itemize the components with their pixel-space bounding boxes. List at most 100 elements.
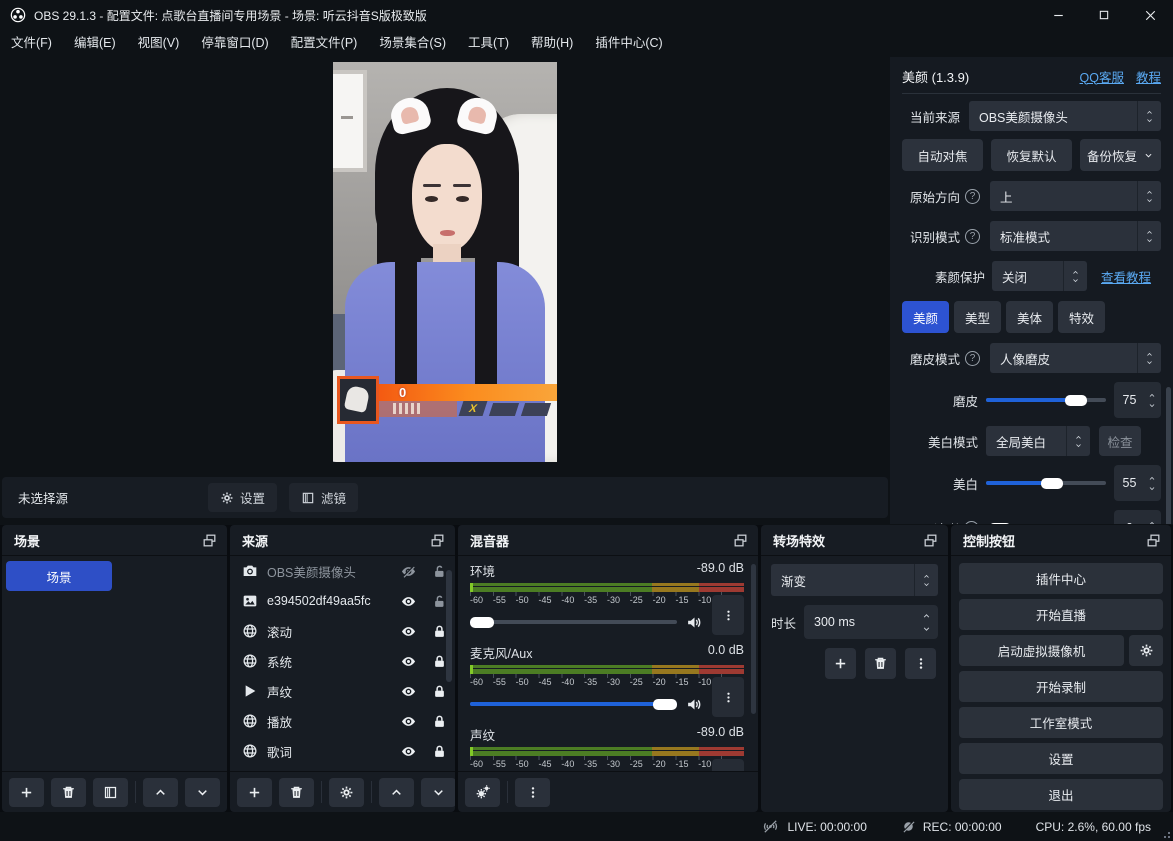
- eye-icon[interactable]: [400, 684, 417, 699]
- add-scene-button[interactable]: [9, 778, 44, 807]
- virtual-cam-settings-button[interactable]: [1129, 635, 1163, 666]
- view-tutorial-link[interactable]: 查看教程: [1101, 267, 1151, 286]
- source-row[interactable]: 声纹: [230, 676, 455, 706]
- lock-icon[interactable]: [432, 624, 447, 639]
- popout-icon[interactable]: [1145, 532, 1162, 549]
- source-row[interactable]: 播放: [230, 706, 455, 736]
- remove-scene-button[interactable]: [51, 778, 86, 807]
- current-source-select[interactable]: OBS美颜摄像头: [969, 101, 1161, 131]
- help-icon[interactable]: [964, 521, 979, 525]
- lock-icon[interactable]: [432, 654, 447, 669]
- lock-icon[interactable]: [432, 714, 447, 729]
- source-row[interactable]: 系统: [230, 646, 455, 676]
- spinner-icons[interactable]: [1145, 392, 1161, 409]
- white-value-box[interactable]: 55: [1114, 465, 1161, 501]
- move-scene-down-button[interactable]: [185, 778, 220, 807]
- beauty-tab[interactable]: 美体: [1006, 301, 1053, 333]
- source-row[interactable]: e394502df49aa5fc: [230, 586, 455, 616]
- menu-item[interactable]: 配置文件(P): [280, 30, 369, 57]
- speaker-icon[interactable]: [685, 696, 704, 713]
- source-row[interactable]: OBS美颜摄像头: [230, 556, 455, 586]
- help-icon[interactable]: [965, 189, 980, 204]
- filters-button[interactable]: 滤镜: [289, 483, 358, 512]
- control-button[interactable]: 开始录制: [959, 671, 1163, 702]
- close-button[interactable]: [1127, 0, 1173, 30]
- control-button[interactable]: 插件中心: [959, 563, 1163, 594]
- eye-icon[interactable]: [400, 744, 417, 759]
- lock-icon[interactable]: [432, 684, 447, 699]
- move-source-up-button[interactable]: [379, 778, 414, 807]
- remove-transition-button[interactable]: [865, 648, 896, 679]
- white-mode-select[interactable]: 全局美白: [986, 426, 1090, 456]
- smooth-slider[interactable]: [986, 398, 1106, 402]
- smooth-mode-select[interactable]: 人像磨皮: [990, 343, 1161, 373]
- lock-icon[interactable]: [432, 744, 447, 759]
- menu-item[interactable]: 编辑(E): [63, 30, 127, 57]
- volume-slider[interactable]: [470, 620, 677, 624]
- source-row[interactable]: 滚动: [230, 616, 455, 646]
- smooth-value-box[interactable]: 75: [1114, 382, 1161, 418]
- scrollbar[interactable]: [1166, 387, 1171, 524]
- control-button[interactable]: 退出: [959, 779, 1163, 810]
- orientation-select[interactable]: 上: [990, 181, 1161, 211]
- backup-restore-button[interactable]: 备份恢复: [1080, 139, 1161, 171]
- beauty-tab[interactable]: 美型: [954, 301, 1001, 333]
- menu-item[interactable]: 场景集合(S): [368, 30, 457, 57]
- eye-icon[interactable]: [400, 624, 417, 639]
- beauty-tab[interactable]: 特效: [1058, 301, 1105, 333]
- autofocus-button[interactable]: 自动对焦: [902, 139, 983, 171]
- add-source-button[interactable]: [237, 778, 272, 807]
- add-transition-button[interactable]: [825, 648, 856, 679]
- tutorial-link[interactable]: 教程: [1136, 67, 1161, 86]
- recognition-select[interactable]: 标准模式: [990, 221, 1161, 251]
- protect-select[interactable]: 关闭: [992, 261, 1087, 291]
- white-slider[interactable]: [986, 481, 1106, 485]
- move-source-down-button[interactable]: [421, 778, 455, 807]
- help-icon[interactable]: [965, 229, 980, 244]
- help-icon[interactable]: [965, 351, 980, 366]
- duration-spinner[interactable]: 300 ms: [804, 605, 938, 639]
- move-scene-up-button[interactable]: [143, 778, 178, 807]
- check-button[interactable]: 检查: [1099, 426, 1141, 456]
- mixer-menu-button[interactable]: [515, 778, 550, 807]
- video-preview[interactable]: 0 X: [333, 62, 557, 462]
- popout-icon[interactable]: [201, 532, 218, 549]
- menu-item[interactable]: 停靠窗口(D): [190, 30, 279, 57]
- menu-item[interactable]: 文件(F): [0, 30, 63, 57]
- minimize-button[interactable]: [1035, 0, 1081, 30]
- transition-select[interactable]: 渐变: [771, 564, 938, 596]
- unlock-icon[interactable]: [432, 564, 447, 579]
- channel-menu-button[interactable]: [712, 759, 744, 771]
- eye-off-icon[interactable]: [400, 564, 417, 579]
- scene-filters-button[interactable]: [93, 778, 128, 807]
- menu-item[interactable]: 插件中心(C): [584, 30, 673, 57]
- qq-support-link[interactable]: QQ客服: [1080, 67, 1124, 86]
- popout-icon[interactable]: [922, 532, 939, 549]
- scrollbar[interactable]: [751, 564, 756, 714]
- scene-item[interactable]: 场景: [6, 561, 112, 591]
- preview-area[interactable]: 0 X 未选择源 设置 滤镜: [0, 57, 890, 525]
- control-button[interactable]: 设置: [959, 743, 1163, 774]
- channel-menu-button[interactable]: [712, 677, 744, 717]
- advanced-audio-button[interactable]: [465, 778, 500, 807]
- eye-icon[interactable]: [400, 714, 417, 729]
- spinner-icons[interactable]: [1137, 101, 1161, 131]
- menu-item[interactable]: 帮助(H): [520, 30, 584, 57]
- beauty-tab[interactable]: 美颜: [902, 301, 949, 333]
- remove-source-button[interactable]: [279, 778, 314, 807]
- eye-icon[interactable]: [400, 594, 417, 609]
- scrollbar[interactable]: [446, 570, 452, 682]
- volume-slider[interactable]: [470, 702, 677, 706]
- control-button[interactable]: 工作室模式: [959, 707, 1163, 738]
- menu-item[interactable]: 视图(V): [127, 30, 191, 57]
- eye-icon[interactable]: [400, 654, 417, 669]
- unlock-icon[interactable]: [432, 594, 447, 609]
- menu-item[interactable]: 工具(T): [457, 30, 520, 57]
- restore-default-button[interactable]: 恢复默认: [991, 139, 1072, 171]
- maximize-button[interactable]: [1081, 0, 1127, 30]
- source-row[interactable]: 歌词: [230, 736, 455, 766]
- source-properties-button[interactable]: [329, 778, 364, 807]
- control-button[interactable]: 开始直播: [959, 599, 1163, 630]
- popout-icon[interactable]: [732, 532, 749, 549]
- resize-grip[interactable]: [1162, 830, 1170, 838]
